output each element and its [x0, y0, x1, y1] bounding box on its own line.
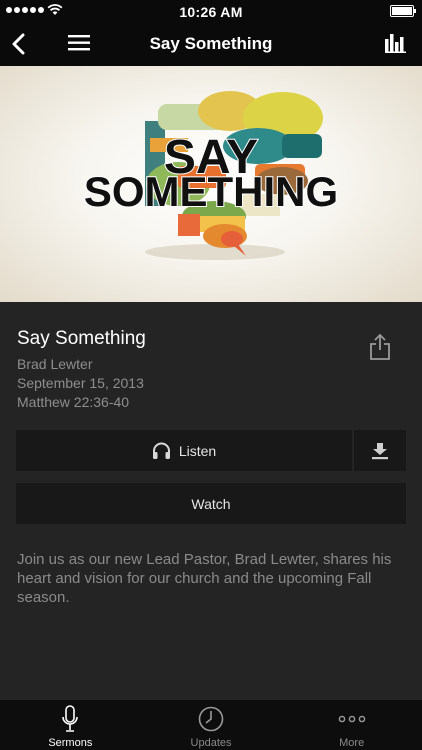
watch-label: Watch	[191, 495, 231, 512]
status-time: 10:26 AM	[179, 4, 243, 20]
listen-button[interactable]: Listen	[16, 430, 352, 471]
tab-more-label: More	[339, 737, 365, 749]
sermon-artwork: SAY SOMETHING	[0, 66, 422, 302]
listen-label: Listen	[178, 442, 217, 459]
tab-bar: Sermons Updates More	[0, 700, 422, 750]
page-title: Say Something	[149, 34, 273, 53]
headphones-icon	[152, 442, 170, 459]
sermon-title: Say Something	[17, 328, 146, 349]
download-button[interactable]	[354, 430, 406, 471]
navigation-bar: Say Something	[0, 22, 422, 66]
listen-button-row: Listen	[16, 430, 406, 471]
sermon-passage: Matthew 22:36-40	[17, 394, 130, 410]
clock-icon	[198, 706, 224, 732]
tab-more[interactable]: More	[281, 700, 422, 750]
status-bar: 10:26 AM	[0, 0, 422, 22]
artwork-title-line2: SOMETHING	[84, 168, 338, 215]
tab-updates-label: Updates	[190, 737, 232, 749]
sermon-date: September 15, 2013	[17, 375, 144, 391]
sermon-description: Join us as our new Lead Pastor, Brad Lew…	[17, 551, 392, 606]
share-icon[interactable]	[368, 333, 392, 361]
tab-updates[interactable]: Updates	[141, 700, 282, 750]
sermon-speaker: Brad Lewter	[17, 356, 93, 372]
battery-icon	[390, 5, 416, 17]
tab-sermons[interactable]: Sermons	[0, 700, 141, 750]
tab-sermons-label: Sermons	[48, 737, 93, 749]
more-dots-icon	[338, 715, 365, 723]
bar-chart-icon[interactable]	[385, 33, 407, 53]
download-icon	[372, 442, 388, 459]
speech-bubbles-artwork: SAY SOMETHING	[83, 91, 339, 260]
sermon-details: Say Something Brad Lewter September 15, …	[17, 328, 146, 412]
microphone-icon	[62, 705, 79, 732]
watch-button[interactable]: Watch	[16, 483, 406, 524]
